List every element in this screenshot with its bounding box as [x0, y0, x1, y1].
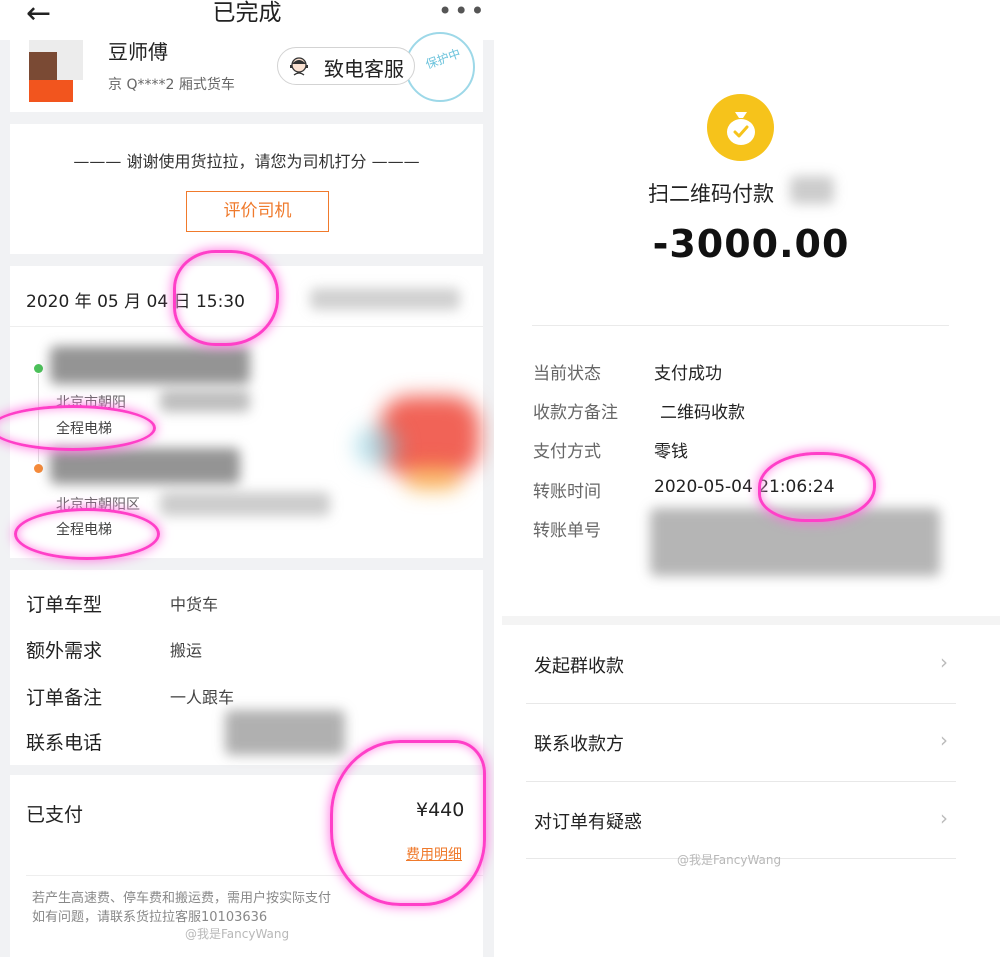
- section-gap: [502, 616, 1000, 625]
- highlight-circle-tag2: [14, 508, 160, 560]
- action-label: 发起群收款: [534, 656, 624, 677]
- redacted-end-address: [160, 492, 330, 516]
- action-group-collect[interactable]: 发起群收款 ›: [526, 626, 956, 703]
- action-label: 对订单有疑惑: [534, 812, 642, 833]
- more-options-icon[interactable]: •••: [438, 0, 486, 23]
- vehicle-type-label: 订单车型: [26, 594, 103, 616]
- money-bag-icon: [727, 112, 755, 145]
- chevron-right-icon: ›: [940, 806, 948, 830]
- redacted-payee: [790, 176, 834, 204]
- contact-phone-label: 联系电话: [26, 732, 103, 754]
- driver-avatar: [29, 40, 83, 102]
- end-point-dot: [34, 464, 43, 473]
- extra-needs-label: 额外需求: [26, 640, 103, 662]
- redaction-scribble-cyan: [355, 426, 400, 466]
- start-point-dot: [34, 364, 43, 373]
- action-order-question[interactable]: 对订单有疑惑 ›: [526, 782, 956, 859]
- chevron-right-icon: ›: [940, 650, 948, 674]
- payment-icon-circle: [707, 94, 774, 161]
- redacted-phone: [225, 710, 345, 755]
- paid-label: 已支付: [26, 804, 84, 826]
- chevron-right-icon: ›: [940, 728, 948, 752]
- protection-label: 保护中: [423, 46, 463, 72]
- fee-note-line1: 若产生高速费、停车费和搬运费，需用户按实际支付: [32, 891, 332, 906]
- call-support-button[interactable]: 致电客服: [277, 47, 415, 85]
- call-support-label: 致电客服: [324, 57, 404, 81]
- payment-method-label: 支付方式: [533, 442, 601, 462]
- payment-method-value: 零钱: [654, 442, 688, 462]
- driver-name: 豆师傅: [108, 40, 168, 64]
- vehicle-plate: 京 Q****2 厢式货车: [108, 77, 235, 93]
- redacted-start-address: [160, 390, 250, 412]
- order-note-label: 订单备注: [26, 687, 103, 709]
- transfer-number-label: 转账单号: [533, 521, 601, 541]
- wechat-payment-screen: 扫二维码付款 -3000.00 当前状态 支付成功 收款方备注 二维码收款 支付…: [502, 0, 1000, 957]
- driver-card: 豆师傅 京 Q****2 厢式货车 保护中 致电客服: [10, 32, 483, 112]
- rate-driver-button[interactable]: 评价司机: [186, 191, 329, 232]
- highlight-circle-amount: [330, 740, 486, 906]
- payment-title: 扫二维码付款: [648, 182, 774, 206]
- redaction-scribble-yellow: [405, 466, 460, 491]
- fee-note-line2: 如有问题，请联系货拉拉客服10103636: [32, 910, 268, 925]
- highlight-circle-time: [173, 250, 279, 346]
- status-value: 支付成功: [654, 364, 722, 384]
- support-agent-icon: [290, 57, 308, 76]
- page-title: 已完成: [212, 0, 282, 26]
- rating-message: ——— 谢谢使用货拉拉，请您为司机打分 ———: [73, 152, 420, 171]
- redacted-end-name: [50, 448, 240, 484]
- status-label: 当前状态: [533, 364, 601, 384]
- payment-amount: -3000.00: [652, 222, 850, 266]
- extra-needs-value: 搬运: [170, 641, 203, 660]
- top-bar: ← 已完成 •••: [0, 0, 494, 40]
- order-detail-screen: ← 已完成 ••• 豆师傅 京 Q****2 厢式货车 保护中 致电客服 ———…: [0, 0, 494, 957]
- protection-badge: 保护中: [405, 32, 475, 102]
- highlight-circle-transfer-time: [758, 452, 876, 522]
- rating-card: ——— 谢谢使用货拉拉，请您为司机打分 ——— 评价司机: [10, 124, 483, 254]
- divider: [532, 325, 949, 326]
- transfer-time-label: 转账时间: [533, 482, 601, 502]
- action-contact-payee[interactable]: 联系收款方 ›: [526, 704, 956, 781]
- vehicle-type-value: 中货车: [170, 595, 219, 614]
- payee-note-label: 收款方备注: [533, 403, 618, 423]
- redacted-order-number: [310, 288, 460, 310]
- redacted-start-name: [50, 346, 250, 384]
- order-info-card: 订单车型 中货车 额外需求 搬运 订单备注 一人跟车 联系电话: [10, 570, 483, 765]
- payee-note-value: 二维码收款: [660, 403, 745, 423]
- watermark: @我是FancyWang: [677, 853, 782, 867]
- watermark: @我是FancyWang: [185, 927, 290, 941]
- order-note-value: 一人跟车: [170, 688, 235, 707]
- action-label: 联系收款方: [534, 734, 624, 755]
